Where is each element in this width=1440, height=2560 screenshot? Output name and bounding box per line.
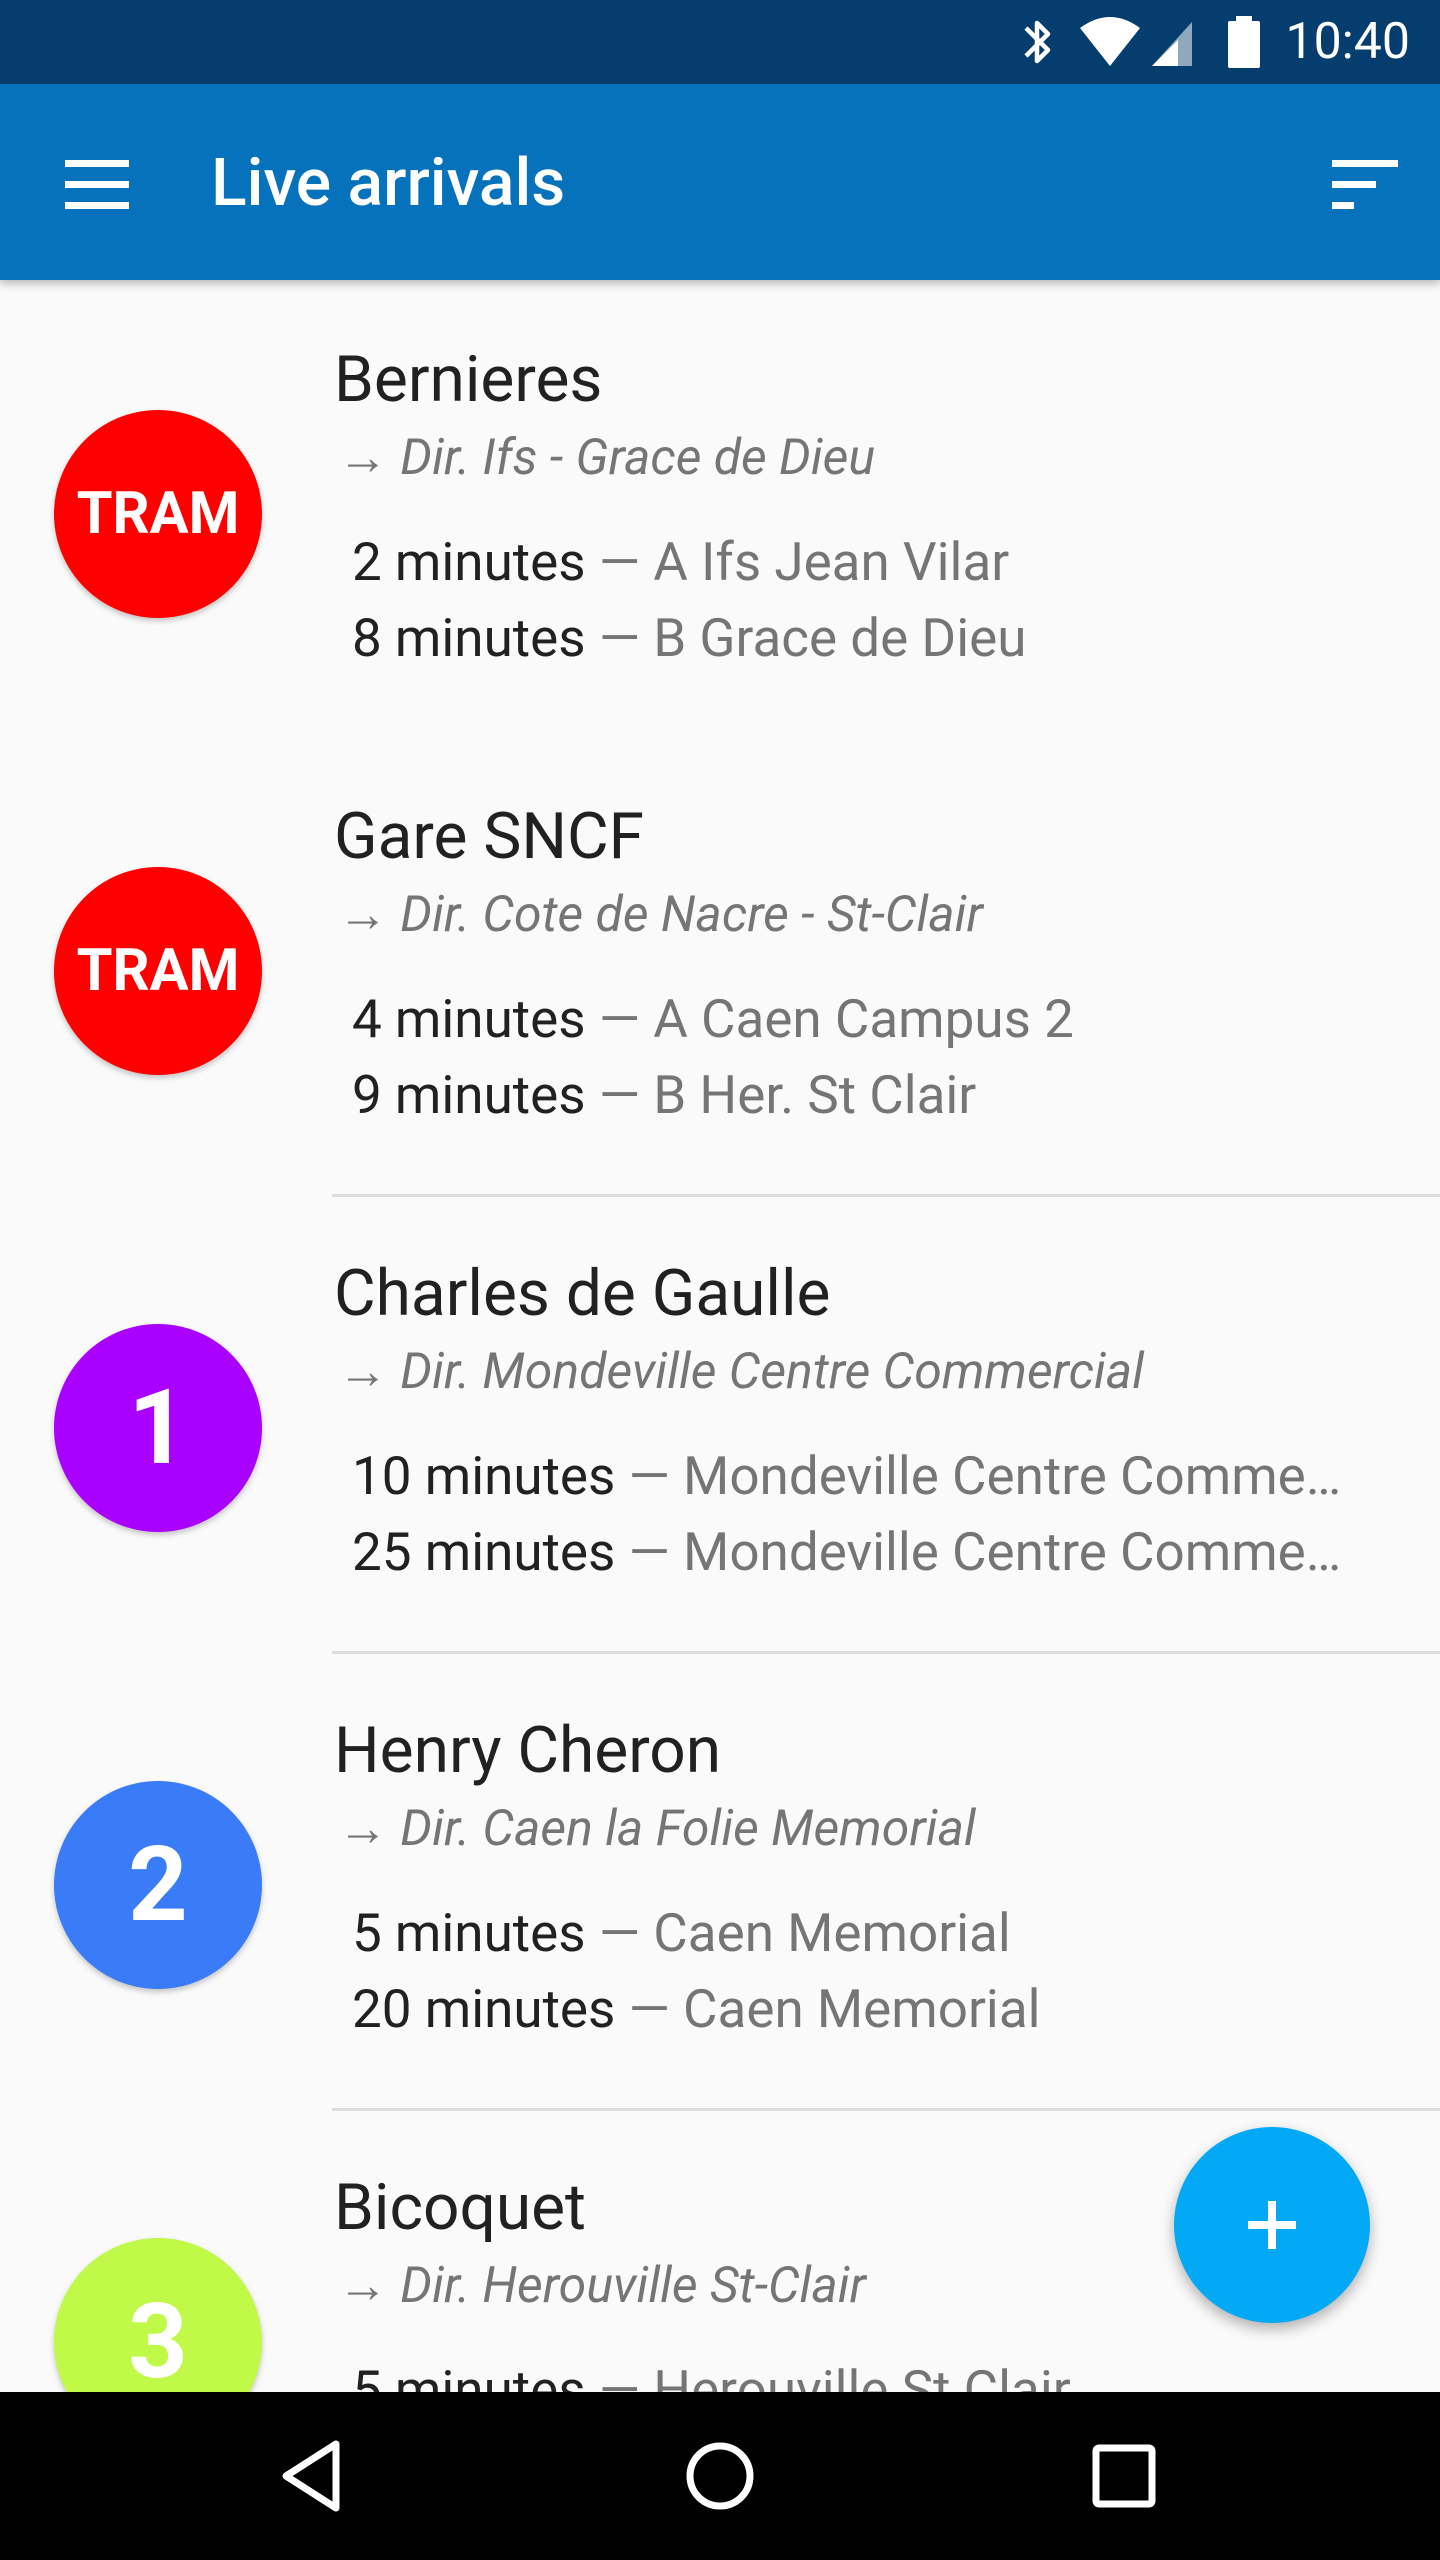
line-badge: 3 bbox=[54, 2238, 262, 2392]
departure-row: 10 minutes — Mondeville Centre Comme… bbox=[352, 1440, 1352, 1512]
recents-icon[interactable] bbox=[1074, 2426, 1174, 2526]
departure-row: 9 minutes — B Her. St Clair bbox=[352, 1059, 1352, 1131]
stop-name: Henry Cheron bbox=[334, 1713, 722, 1788]
page-title: Live arrivals bbox=[211, 145, 566, 222]
line-badge: 2 bbox=[54, 1781, 262, 1989]
departure-time: 9 minutes bbox=[352, 1064, 586, 1126]
departure-time: 8 minutes bbox=[352, 607, 586, 669]
battery-icon bbox=[1228, 16, 1260, 68]
departure-row: 4 minutes — A Caen Campus 2 bbox=[352, 983, 1352, 1055]
plus-icon bbox=[1248, 2201, 1296, 2249]
cell-signal-icon bbox=[1152, 22, 1192, 66]
list-item[interactable]: TRAM Bernieres → Dir. Ifs - Grace de Die… bbox=[0, 280, 1440, 737]
divider bbox=[332, 2108, 1440, 2111]
status-bar: 10:40 bbox=[0, 0, 1440, 84]
stop-name: Bicoquet bbox=[334, 2170, 586, 2245]
departure-time: 20 minutes bbox=[352, 1978, 616, 2040]
direction-label: → Dir. Cote de Nacre - St-Clair bbox=[338, 886, 983, 944]
add-stop-button[interactable] bbox=[1174, 2127, 1370, 2323]
stop-list: TRAM Bernieres → Dir. Ifs - Grace de Die… bbox=[0, 280, 1440, 2392]
departure-time: 10 minutes bbox=[352, 1445, 616, 1507]
list-item[interactable]: TRAM Gare SNCF → Dir. Cote de Nacre - St… bbox=[0, 737, 1440, 1194]
departure-destination: — A Caen Campus 2 bbox=[585, 988, 1074, 1050]
status-time: 10:40 bbox=[1285, 13, 1410, 71]
departure-row: 25 minutes — Mondeville Centre Comme… bbox=[352, 1516, 1352, 1588]
departure-destination: — B Her. St Clair bbox=[585, 1064, 977, 1126]
departure-destination: — Caen Memorial bbox=[615, 1978, 1041, 2040]
line-badge: TRAM bbox=[54, 410, 262, 618]
departure-row: 5 minutes — Herouville St Clair bbox=[352, 2354, 1352, 2392]
departure-row: 8 minutes — B Grace de Dieu bbox=[352, 602, 1352, 674]
direction-label: → Dir. Caen la Folie Memorial bbox=[338, 1800, 976, 1858]
departure-time: 5 minutes bbox=[352, 1902, 586, 1964]
stop-name: Charles de Gaulle bbox=[334, 1256, 831, 1331]
departure-time: 25 minutes bbox=[352, 1521, 616, 1583]
stop-name: Bernieres bbox=[334, 342, 603, 417]
list-item[interactable]: 2 Henry Cheron → Dir. Caen la Folie Memo… bbox=[0, 1651, 1440, 2108]
sort-icon[interactable] bbox=[1310, 132, 1410, 232]
back-icon[interactable] bbox=[266, 2426, 366, 2526]
menu-icon[interactable] bbox=[40, 132, 140, 232]
system-nav-bar bbox=[0, 2392, 1440, 2560]
direction-label: → Dir. Ifs - Grace de Dieu bbox=[338, 429, 876, 487]
direction-label: → Dir. Mondeville Centre Commercial bbox=[338, 1343, 1144, 1401]
departure-row: 20 minutes — Caen Memorial bbox=[352, 1973, 1352, 2045]
line-badge: 1 bbox=[54, 1324, 262, 1532]
stop-name: Gare SNCF bbox=[334, 799, 644, 874]
departure-destination: — A Ifs Jean Vilar bbox=[585, 531, 1010, 593]
departure-destination: — Caen Memorial bbox=[585, 1902, 1011, 1964]
departure-time: 5 minutes bbox=[352, 2359, 586, 2392]
departure-destination: — Mondeville Centre Comme… bbox=[615, 1521, 1342, 1583]
departure-row: 5 minutes — Caen Memorial bbox=[352, 1897, 1352, 1969]
list-item[interactable]: 1 Charles de Gaulle → Dir. Mondeville Ce… bbox=[0, 1194, 1440, 1651]
home-icon[interactable] bbox=[670, 2426, 770, 2526]
divider bbox=[332, 1194, 1440, 1197]
departure-destination: — B Grace de Dieu bbox=[585, 607, 1027, 669]
bluetooth-icon bbox=[1024, 20, 1051, 64]
departure-row: 2 minutes — A Ifs Jean Vilar bbox=[352, 526, 1352, 598]
departure-time: 4 minutes bbox=[352, 988, 586, 1050]
divider bbox=[332, 1651, 1440, 1654]
departure-destination: — Herouville St Clair bbox=[585, 2359, 1071, 2392]
departure-time: 2 minutes bbox=[352, 531, 586, 593]
departure-destination: — Mondeville Centre Comme… bbox=[615, 1445, 1342, 1507]
line-badge: TRAM bbox=[54, 867, 262, 1075]
wifi-icon bbox=[1080, 17, 1140, 66]
app-bar: Live arrivals bbox=[0, 84, 1440, 280]
direction-label: → Dir. Herouville St-Clair bbox=[338, 2257, 866, 2315]
